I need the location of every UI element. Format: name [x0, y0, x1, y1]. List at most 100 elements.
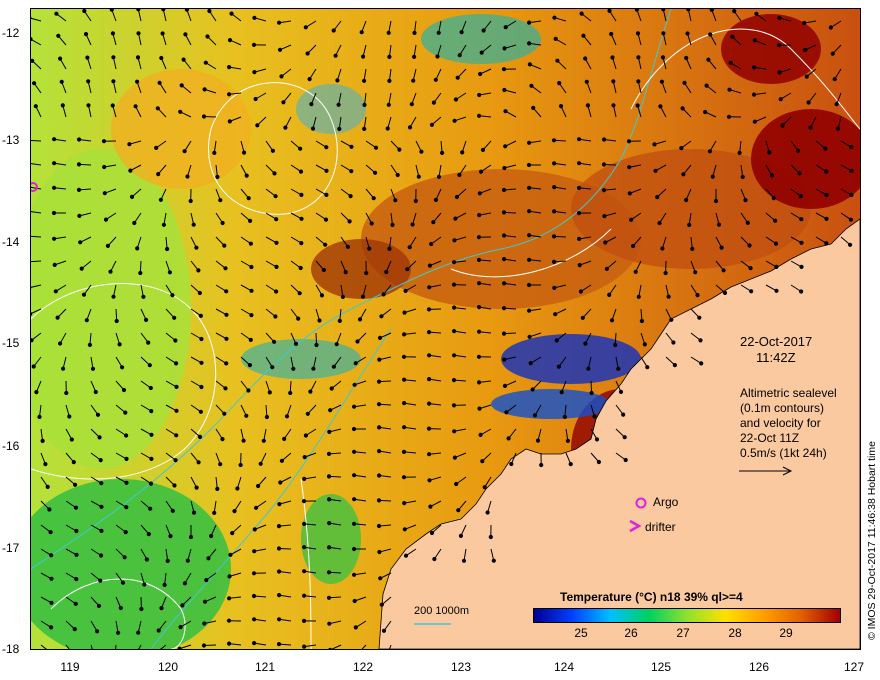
velocity-arrowhead	[297, 291, 302, 296]
velocity-arrowhead	[136, 31, 141, 36]
colorbar-title: Temperature (°C) n18 39% ql>=4	[560, 590, 743, 604]
velocity-arrowhead	[247, 363, 252, 368]
velocity-arrowhead	[84, 318, 89, 323]
velocity-arrowhead	[76, 162, 82, 167]
velocity-arrowhead	[577, 161, 582, 166]
velocity-arrowhead	[135, 55, 141, 60]
velocity-arrowhead	[378, 576, 383, 581]
x-tick-label: 120	[157, 660, 179, 674]
velocity-arrowhead	[611, 103, 616, 108]
velocity-arrowhead	[527, 334, 532, 339]
velocity-arrowhead	[824, 192, 829, 197]
velocity-arrowhead	[708, 32, 713, 37]
velocity-arrowhead	[203, 60, 208, 65]
velocity-arrowhead	[34, 390, 39, 395]
velocity-arrowhead	[167, 270, 172, 275]
velocity-arrowhead	[834, 102, 839, 107]
velocity-arrowhead	[627, 191, 632, 196]
velocity-arrowhead	[704, 83, 709, 88]
velocity-arrowhead	[669, 317, 674, 322]
velocity-arrowhead	[124, 456, 129, 461]
velocity-arrowhead	[501, 306, 507, 311]
velocity-arrowhead	[252, 617, 257, 622]
velocity-arrowhead	[223, 266, 228, 271]
velocity-arrowhead	[695, 293, 700, 298]
velocity-arrowhead	[848, 242, 853, 247]
velocity-arrowhead	[182, 581, 187, 586]
velocity-arrowhead	[229, 11, 234, 16]
velocity-arrowhead	[146, 532, 151, 537]
velocity-arrowhead	[554, 338, 559, 343]
velocity-arrowhead	[349, 144, 354, 149]
velocity-arrowhead	[197, 434, 203, 439]
velocity-arrowhead	[256, 483, 261, 489]
velocity-arrowhead	[477, 191, 482, 196]
velocity-arrowhead	[174, 361, 179, 366]
sst-map[interactable]	[30, 8, 861, 650]
velocity-arrowhead	[109, 9, 114, 12]
velocity-arrowhead	[52, 137, 57, 142]
velocity-arrowhead	[334, 342, 339, 347]
velocity-arrowhead	[713, 198, 719, 204]
velocity-arrowhead	[82, 9, 87, 14]
velocity-arrowhead	[458, 533, 463, 539]
velocity-arrowhead	[476, 257, 482, 262]
velocity-arrowhead	[310, 126, 316, 131]
velocity-arrowhead	[110, 31, 116, 36]
velocity-arrowhead	[155, 106, 160, 111]
velocity-arrowhead	[551, 234, 557, 239]
velocity-arrowhead	[743, 198, 748, 203]
velocity-arrowhead	[413, 198, 418, 204]
velocity-arrowhead	[769, 173, 775, 178]
velocity-arrowhead	[302, 545, 307, 550]
velocity-arrowhead	[144, 317, 149, 322]
velocity-arrowhead	[129, 194, 135, 199]
velocity-arrowhead	[73, 601, 78, 607]
velocity-arrowhead	[479, 50, 484, 55]
velocity-arrowhead	[455, 75, 460, 80]
velocity-arrowhead	[386, 30, 391, 35]
velocity-arrowhead	[132, 220, 137, 226]
velocity-arrowhead	[264, 414, 269, 420]
velocity-arrowhead	[184, 9, 189, 12]
velocity-arrowhead	[579, 11, 584, 16]
velocity-arrowhead	[527, 257, 532, 262]
velocity-arrowhead	[232, 509, 237, 514]
velocity-arrowhead	[477, 92, 482, 98]
velocity-arrowhead	[191, 510, 197, 515]
velocity-arrowhead	[629, 217, 634, 222]
velocity-arrowhead	[502, 281, 507, 286]
velocity-arrowhead	[148, 385, 153, 391]
velocity-arrowhead	[427, 452, 432, 457]
velocity-arrowhead	[238, 462, 243, 468]
velocity-arrowhead	[220, 437, 225, 442]
velocity-arrowhead	[303, 25, 308, 30]
velocity-arrowhead	[327, 621, 332, 626]
y-tick-label: -15	[2, 336, 20, 350]
velocity-arrowhead	[52, 262, 57, 267]
velocity-arrowhead	[123, 530, 128, 535]
velocity-arrowhead	[224, 336, 229, 341]
velocity-arrowhead	[611, 79, 616, 84]
velocity-arrowhead	[53, 289, 58, 294]
velocity-arrowhead	[585, 103, 591, 108]
velocity-arrowhead	[111, 55, 116, 60]
velocity-arrowhead	[343, 270, 348, 275]
velocity-arrowhead	[384, 269, 389, 275]
velocity-arrowhead	[202, 599, 208, 604]
velocity-arrowhead	[218, 198, 223, 203]
velocity-arrowhead	[501, 187, 507, 193]
velocity-arrowhead	[459, 30, 464, 35]
velocity-arrowhead	[596, 459, 602, 465]
velocity-arrowhead	[227, 65, 232, 70]
velocity-arrowhead	[361, 54, 366, 59]
velocity-arrowhead	[778, 97, 783, 102]
velocity-arrowhead	[748, 266, 753, 271]
velocity-arrowhead	[349, 169, 354, 174]
velocity-arrowhead	[780, 123, 785, 128]
velocity-arrowhead	[480, 459, 485, 464]
velocity-arrowhead	[321, 267, 326, 273]
velocity-arrowhead	[252, 549, 257, 554]
velocity-arrowhead	[353, 625, 358, 630]
velocity-arrowhead	[576, 211, 582, 216]
